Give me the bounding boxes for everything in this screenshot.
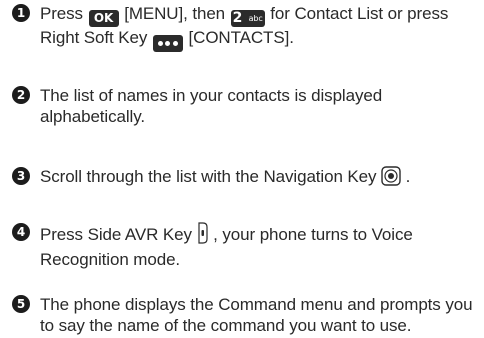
step-1: 1 Press OK [MENU], then 2 abc for Contact… — [12, 3, 480, 52]
step-number: 1 — [12, 4, 30, 22]
step-text: Press OK [MENU], then 2 abc for Contact L… — [40, 3, 480, 52]
step-text: Press Side AVR Key , your phone turns to… — [40, 222, 480, 270]
step-text: Scroll through the list with the Navigat… — [40, 166, 480, 191]
side-avr-key-icon — [197, 222, 209, 249]
step-2: 2 The list of names in your contacts is … — [12, 85, 480, 127]
step-3: 3 Scroll through the list with the Navig… — [12, 166, 480, 191]
step-number: 3 — [12, 167, 30, 185]
right-soft-key-icon — [152, 35, 183, 52]
step-4: 4 Press Side AVR Key , your phone turns … — [12, 222, 480, 270]
step-5: 5 The phone displays the Command menu an… — [12, 294, 480, 336]
navigation-key-icon — [381, 166, 401, 191]
step-text: The phone displays the Command menu and … — [40, 295, 473, 335]
step-number: 5 — [12, 295, 30, 313]
instruction-page: 1 Press OK [MENU], then 2 abc for Contact… — [0, 0, 484, 338]
step-number: 4 — [12, 223, 30, 241]
step-number: 2 — [12, 86, 30, 104]
key-2abc-icon: 2 abc — [230, 10, 265, 27]
ok-key-icon: OK — [88, 10, 119, 27]
step-text: The list of names in your contacts is di… — [40, 86, 383, 126]
